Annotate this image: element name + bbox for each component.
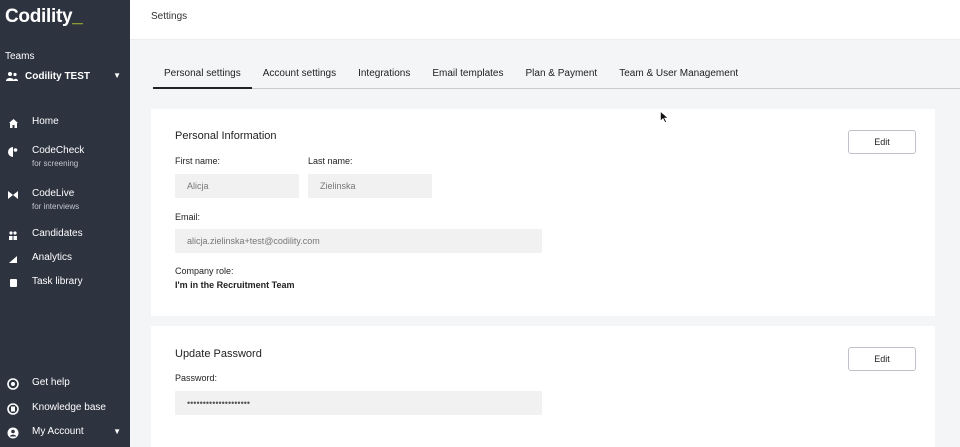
nav-candidates[interactable]: Candidates [0,227,130,242]
password-label: Password: [175,373,218,383]
tab-team-user-management[interactable]: Team & User Management [608,61,749,88]
task-library-icon [6,276,20,290]
email-field[interactable] [175,229,542,253]
team-selector[interactable]: Codility TEST ▼ [5,67,125,85]
codecheck-icon [6,145,20,159]
nav-codelive-sub: for interviews [32,202,80,211]
mouse-cursor-icon [660,111,669,123]
account-icon [6,426,20,440]
company-role-value: I'm in the Recruitment Team [175,280,295,290]
sidebar: Codility_ Teams Codility TEST ▼ Home Cod… [0,0,130,447]
tab-personal-settings[interactable]: Personal settings [153,61,252,89]
password-field[interactable] [175,391,542,415]
help-icon [6,377,20,391]
nav-codecheck-label: CodeCheck [32,145,85,156]
nav-my-account-label: My Account [32,426,84,437]
tab-account-settings[interactable]: Account settings [252,61,347,88]
last-name-label: Last name: [308,156,353,166]
breadcrumb[interactable]: Settings [151,11,187,22]
nav-candidates-label: Candidates [32,228,83,239]
nav-analytics[interactable]: Analytics [0,251,130,266]
edit-password-button[interactable]: Edit [848,347,916,371]
analytics-icon [6,252,20,266]
nav-task-library[interactable]: Task library [0,275,130,290]
candidates-icon [6,228,20,242]
first-name-field[interactable] [175,174,299,198]
nav-analytics-label: Analytics [32,252,73,263]
home-icon [6,116,20,130]
tab-email-templates[interactable]: Email templates [421,61,514,88]
nav-knowledge-base[interactable]: Knowledge base [0,401,130,416]
teams-label: Teams [5,51,35,62]
personal-information-card: Personal Information Edit First name: La… [151,109,935,316]
codelive-icon [6,188,20,202]
update-password-title: Update Password [175,348,262,360]
tab-integrations[interactable]: Integrations [347,61,421,88]
nav-home-label: Home [32,116,59,127]
nav-codelive[interactable]: CodeLive for interviews [0,187,130,212]
team-icon [5,69,19,83]
email-label: Email: [175,212,201,222]
settings-content: Personal settings Account settings Integ… [130,41,960,447]
nav-get-help-label: Get help [32,377,70,388]
tab-plan-payment[interactable]: Plan & Payment [515,61,609,88]
nav-codecheck-sub: for screening [32,159,79,168]
knowledge-base-icon [6,402,20,416]
chevron-down-icon: ▼ [113,427,121,436]
update-password-card: Update Password Edit Password: [151,326,935,447]
chevron-down-icon: ▼ [113,71,121,80]
nav-my-account[interactable]: My Account ▼ [0,425,130,440]
nav-get-help[interactable]: Get help [0,376,130,391]
edit-personal-info-button[interactable]: Edit [848,130,916,154]
nav-home[interactable]: Home [0,115,130,130]
personal-information-title: Personal Information [175,130,277,142]
last-name-field[interactable] [308,174,432,198]
settings-tabs: Personal settings Account settings Integ… [153,61,960,89]
nav-codelive-label: CodeLive [32,188,75,199]
nav-knowledge-base-label: Knowledge base [32,402,106,413]
nav-task-library-label: Task library [32,276,83,287]
first-name-label: First name: [175,156,221,166]
top-bar: Settings [130,0,960,40]
team-name: Codility TEST [25,70,90,82]
nav-codecheck[interactable]: CodeCheck for screening [0,144,130,169]
company-role-label: Company role: [175,266,234,276]
codility-logo[interactable]: Codility_ [5,6,83,28]
